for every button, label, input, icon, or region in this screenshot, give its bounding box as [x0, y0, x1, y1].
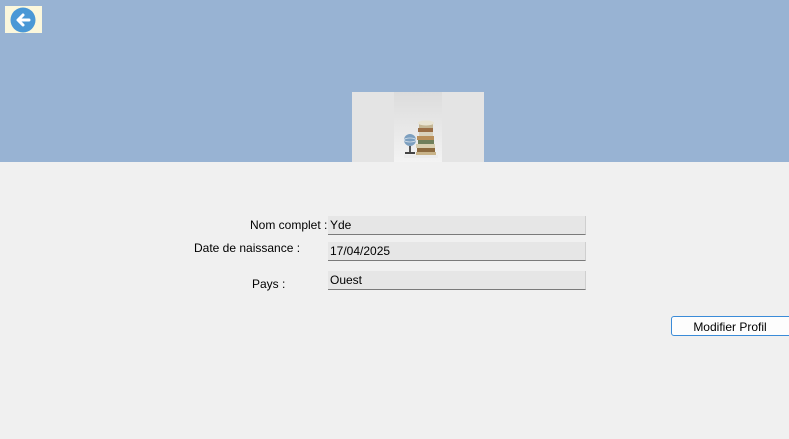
arrow-left-circle-icon — [10, 7, 36, 33]
modify-profile-button[interactable]: Modifier Profil — [671, 316, 789, 336]
birthdate-label: Date de naissance : — [194, 241, 301, 255]
country-field[interactable]: Ouest — [328, 271, 586, 290]
country-label: Pays : — [252, 277, 286, 291]
books-and-globe-photo — [403, 120, 438, 158]
profile-photo-image — [394, 92, 442, 162]
profile-photo — [352, 92, 484, 162]
birthdate-field[interactable]: 17/04/2025 — [328, 242, 586, 261]
name-label: Nom complet : — [250, 218, 328, 232]
name-field[interactable]: Yde — [328, 216, 586, 235]
header-banner — [0, 0, 789, 162]
back-button[interactable] — [5, 6, 42, 33]
